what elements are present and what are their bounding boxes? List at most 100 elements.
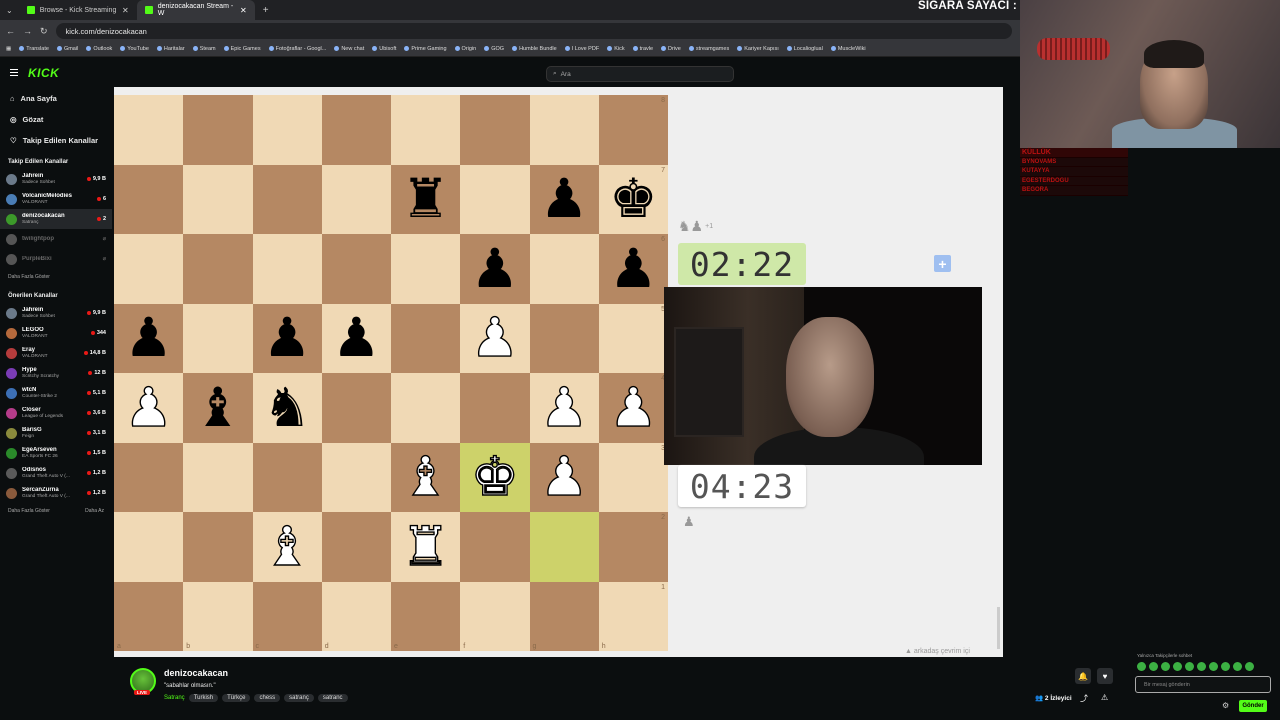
board-square[interactable]	[114, 442, 184, 512]
bookmark-item[interactable]: Ubisoft	[372, 46, 396, 52]
white-pawn-piece[interactable]: ♟	[539, 449, 589, 504]
board-square[interactable]: 3	[598, 442, 668, 512]
bookmark-item[interactable]: travle	[632, 46, 653, 52]
chat-settings-gear-icon[interactable]: ⚙	[1222, 701, 1229, 710]
board-square[interactable]: 8	[598, 95, 668, 165]
bookmark-item[interactable]: GOG	[484, 46, 504, 52]
report-icon[interactable]: ⚠	[1101, 693, 1108, 702]
follow-heart-icon[interactable]: ♥	[1097, 668, 1113, 684]
send-button[interactable]: Gönder	[1239, 700, 1267, 712]
white-pawn-piece[interactable]: ♟	[539, 380, 589, 435]
bookmark-item[interactable]: Kariyer Kapısı	[737, 46, 779, 52]
stream-category[interactable]: Satranç	[164, 695, 185, 701]
board-square[interactable]	[391, 234, 461, 304]
white-pawn-piece[interactable]: ♟	[470, 310, 520, 365]
board-square[interactable]	[391, 303, 461, 373]
white-pawn-piece[interactable]: ♟	[608, 380, 658, 435]
stream-tag[interactable]: Türkçe	[222, 694, 251, 702]
emote-icon[interactable]	[1161, 662, 1170, 671]
board-square[interactable]	[252, 442, 322, 512]
stream-tag[interactable]: satranc	[317, 694, 348, 702]
emote-icon[interactable]	[1137, 662, 1146, 671]
bookmark-item[interactable]: streamgames	[688, 46, 729, 52]
white-bishop-piece[interactable]: ♝	[262, 519, 312, 574]
emote-icon[interactable]	[1173, 662, 1182, 671]
black-knight-piece[interactable]: ♞	[263, 380, 311, 435]
emote-icon[interactable]	[1185, 662, 1194, 671]
bookmark-item[interactable]: Localioglual	[786, 46, 823, 52]
board-square[interactable]: ♟	[529, 164, 599, 234]
channel-item[interactable]: SercanZurna Grand Theft Auto V (... 1,2 B	[0, 483, 112, 503]
white-king-piece[interactable]: ♚	[470, 449, 520, 504]
reload-icon[interactable]: ↻	[40, 26, 48, 37]
board-square[interactable]: ♟4	[598, 373, 668, 443]
board-square[interactable]: f	[460, 581, 530, 651]
suggested-show-less[interactable]: Daha Az	[85, 508, 104, 514]
bookmark-item[interactable]: Humble Bundle	[512, 46, 557, 52]
channel-item[interactable]: Eray VALORANT 14,8 B	[0, 343, 112, 363]
white-rook-piece[interactable]: ♜	[401, 519, 451, 574]
apps-grid-icon[interactable]: ▦	[6, 46, 11, 52]
channel-item[interactable]: Jahrein Sadece Sohbet 9,9 B	[0, 303, 112, 323]
board-square[interactable]	[321, 234, 391, 304]
board-square[interactable]	[321, 95, 391, 165]
board-square[interactable]: ♟	[114, 373, 184, 443]
board-square[interactable]	[114, 234, 184, 304]
channel-name[interactable]: denizocakacan	[164, 668, 228, 678]
black-pawn-piece[interactable]: ♟	[540, 172, 588, 226]
board-square[interactable]	[391, 95, 461, 165]
stream-tag[interactable]: satranç	[284, 694, 314, 702]
suggested-show-more[interactable]: Daha Fazla Göster	[8, 508, 50, 514]
scrollbar[interactable]	[997, 607, 1000, 649]
bookmark-item[interactable]: YouTube	[120, 46, 149, 52]
black-pawn-piece[interactable]: ♟	[332, 311, 380, 365]
board-square[interactable]: ♟	[529, 442, 599, 512]
search-input[interactable]: ⌕ Ara	[546, 66, 734, 82]
emote-icon[interactable]	[1209, 662, 1218, 671]
bookmark-item[interactable]: Translate	[19, 46, 49, 52]
sidebar-nav-home[interactable]: ⌂ Ana Sayfa	[0, 88, 112, 109]
bookmark-item[interactable]: Outlook	[86, 46, 112, 52]
bookmark-item[interactable]: New chat	[334, 46, 364, 52]
board-square[interactable]: ♟	[321, 303, 391, 373]
close-tab-icon[interactable]: ✕	[240, 6, 247, 15]
board-square[interactable]	[391, 373, 461, 443]
board-square[interactable]	[252, 95, 322, 165]
friends-online[interactable]: ▲ arkadaş çevrim içi	[905, 648, 970, 655]
board-square[interactable]	[529, 234, 599, 304]
emote-icon[interactable]	[1149, 662, 1158, 671]
board-square[interactable]: ♟	[252, 303, 322, 373]
share-icon[interactable]: ⤴	[1080, 693, 1088, 704]
board-square[interactable]: ♟	[114, 303, 184, 373]
emote-icon[interactable]	[1221, 662, 1230, 671]
board-square[interactable]	[183, 303, 253, 373]
emote-icon[interactable]	[1197, 662, 1206, 671]
emote-icon[interactable]	[1233, 662, 1242, 671]
board-square[interactable]: ♜	[391, 512, 461, 582]
channel-item[interactable]: denizocakacan Satranç 2	[0, 209, 112, 229]
stream-tag[interactable]: Turkish	[188, 694, 219, 702]
board-square[interactable]: ♚ 7	[598, 164, 668, 234]
bookmark-item[interactable]: Origin	[454, 46, 476, 52]
bookmark-item[interactable]: Kick	[607, 46, 625, 52]
close-tab-icon[interactable]: ✕	[122, 6, 129, 15]
board-square[interactable]	[252, 234, 322, 304]
board-square[interactable]	[460, 373, 530, 443]
channel-item[interactable]: VolcanicMelodies VALORANT 6	[0, 189, 112, 209]
tab-denizocakacan[interactable]: denizocakacan Stream - W ✕	[136, 0, 255, 20]
url-input[interactable]: kick.com/denizocakacan	[55, 23, 1012, 39]
board-square[interactable]	[460, 512, 530, 582]
channel-item[interactable]: Jahrein Sadece Sohbet 9,9 B	[0, 169, 112, 189]
board-square[interactable]	[114, 95, 184, 165]
black-rook-piece[interactable]: ♜	[401, 172, 449, 226]
kick-logo[interactable]: KICK	[28, 66, 59, 80]
channel-item[interactable]: PurpleBixi ⌀	[0, 249, 112, 269]
new-tab-icon[interactable]: +	[255, 5, 277, 16]
notification-bell-icon[interactable]: 🔔	[1075, 668, 1091, 684]
bookmark-item[interactable]: Steam	[192, 46, 216, 52]
black-pawn-piece[interactable]: ♟	[471, 241, 519, 296]
followed-show-more[interactable]: Daha Fazla Göster	[0, 269, 112, 285]
tab-browse-kick[interactable]: Browse - Kick Streaming ✕	[19, 0, 137, 20]
black-pawn-piece[interactable]: ♟	[609, 241, 657, 296]
sidebar-nav-following[interactable]: ♡ Takip Edilen Kanallar	[0, 130, 112, 151]
